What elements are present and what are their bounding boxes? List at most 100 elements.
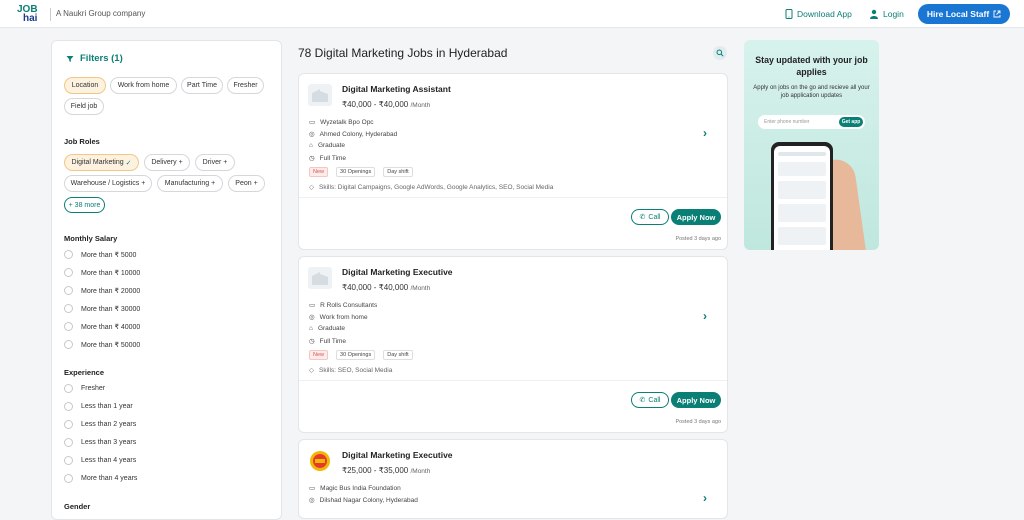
job-salary: ₹25,000 - ₹35,000 /Month <box>342 466 430 475</box>
chip-location[interactable]: Location <box>64 77 106 94</box>
chip-warehouse-label: Warehouse / Logistics <box>70 180 140 187</box>
salary-option[interactable]: More than ₹ 50000 <box>64 340 140 349</box>
get-app-button[interactable]: Get app <box>839 117 863 127</box>
call-button[interactable]: ✆ Call <box>631 392 669 408</box>
gender-title: Gender <box>64 502 91 511</box>
salary-option[interactable]: More than ₹ 10000 <box>64 268 140 277</box>
chip-driver[interactable]: Driver + <box>195 154 235 171</box>
chip-work-from-home[interactable]: Work from home <box>110 77 177 94</box>
apply-now-button[interactable]: Apply Now <box>671 392 721 408</box>
monthly-salary-title: Monthly Salary <box>64 234 118 243</box>
radio-icon <box>64 456 73 465</box>
experience-option-label: Less than 2 years <box>81 421 137 428</box>
card-divider <box>299 197 727 198</box>
salary-option-label: More than ₹ 20000 <box>81 287 141 295</box>
experience-option[interactable]: Less than 4 years <box>64 456 136 465</box>
chip-delivery-label: Delivery <box>151 159 177 166</box>
hire-local-staff-button[interactable]: Hire Local Staff <box>918 4 1010 24</box>
phone-number-input[interactable]: Enter phone number Get app <box>758 115 865 129</box>
briefcase-icon: ▭ <box>309 302 316 309</box>
chip-part-time[interactable]: Part Time <box>181 77 223 94</box>
experience-option-label: Fresher <box>81 385 106 392</box>
job-title[interactable]: Digital Marketing Assistant <box>342 84 451 94</box>
clock-icon: ◷ <box>309 338 315 345</box>
promo-subtext: Apply on jobs on the go and recieve all … <box>753 85 870 99</box>
tag-icon: ◇ <box>309 367 314 374</box>
company-row: ▭ Magic Bus India Foundation <box>309 484 401 493</box>
phone-call-icon: ✆ <box>639 397 646 404</box>
salary-option[interactable]: More than ₹ 20000 <box>64 286 140 295</box>
chevron-right-icon[interactable]: › <box>703 491 707 505</box>
more-roles-button[interactable]: + 38 more <box>64 197 105 213</box>
chip-manufacturing[interactable]: Manufacturing + <box>157 175 223 192</box>
logo-text-bottom: hai <box>23 13 38 24</box>
salary-option-label: More than ₹ 50000 <box>81 341 141 349</box>
company-logo <box>308 450 332 472</box>
login-link[interactable]: Login <box>869 9 904 19</box>
job-salary: ₹40,000 - ₹40,000 /Month <box>342 283 430 292</box>
call-label: Call <box>648 213 661 221</box>
search-button[interactable] <box>713 46 727 60</box>
chip-peon[interactable]: Peon + <box>228 175 265 192</box>
job-type: Full Time <box>319 154 347 162</box>
shift-badge: Day shift <box>383 167 413 177</box>
salary-option[interactable]: More than ₹ 5000 <box>64 250 136 259</box>
new-badge: New <box>309 167 329 177</box>
job-type-row: ◷ Full Time <box>309 154 347 163</box>
experience-option[interactable]: More than 4 years <box>64 474 137 483</box>
chip-warehouse-logistics[interactable]: Warehouse / Logistics + <box>64 175 152 192</box>
job-salary: ₹40,000 - ₹40,000 /Month <box>342 100 430 109</box>
company-name: Wyzetalk Bpo Opc <box>320 118 374 126</box>
job-type: Full Time <box>319 337 347 345</box>
tags-row: New 30 Openings Day shift <box>309 350 416 360</box>
filters-title: Filters (1) <box>80 53 123 64</box>
radio-icon <box>64 268 73 277</box>
radio-icon <box>64 322 73 331</box>
salary-option[interactable]: More than ₹ 30000 <box>64 304 140 313</box>
job-title[interactable]: Digital Marketing Executive <box>342 450 453 460</box>
external-link-icon <box>993 10 1001 18</box>
chip-field-job[interactable]: Field job <box>64 98 104 115</box>
call-button[interactable]: ✆ Call <box>631 209 669 225</box>
filters-header[interactable]: Filters (1) <box>66 53 123 64</box>
login-label: Login <box>883 9 904 19</box>
education-row: ⌂ Graduate <box>309 325 345 332</box>
salary-range: ₹40,000 - ₹40,000 <box>342 283 409 292</box>
job-card[interactable]: Digital Marketing Executive ₹40,000 - ₹4… <box>298 256 728 433</box>
phone-screen <box>774 146 830 250</box>
filter-icon <box>66 55 74 62</box>
experience-option[interactable]: Less than 1 year <box>64 402 133 411</box>
job-location: Dilshad Nagar Colony, Hyderabad <box>319 496 418 504</box>
posted-time: Posted 3 days ago <box>675 419 721 425</box>
filters-panel: Filters (1) Location Work from home Part… <box>51 40 282 520</box>
top-header: JOB hai A Naukri Group company Download … <box>0 0 1024 28</box>
job-card[interactable]: Digital Marketing Assistant ₹40,000 - ₹4… <box>298 73 728 250</box>
education-row: ⌂ Graduate <box>309 142 345 149</box>
job-title[interactable]: Digital Marketing Executive <box>342 267 453 277</box>
chevron-right-icon[interactable]: › <box>703 126 707 140</box>
radio-icon <box>64 384 73 393</box>
download-app-link[interactable]: Download App <box>785 9 852 19</box>
job-type-row: ◷ Full Time <box>309 337 347 346</box>
results-title: 78 Digital Marketing Jobs in Hyderabad <box>298 46 508 60</box>
call-label: Call <box>648 396 661 404</box>
chip-delivery[interactable]: Delivery + <box>144 154 190 171</box>
salary-option[interactable]: More than ₹ 40000 <box>64 322 140 331</box>
chip-digital-marketing[interactable]: Digital Marketing ✓ <box>64 154 139 171</box>
experience-option[interactable]: Less than 2 years <box>64 420 136 429</box>
chip-fresher[interactable]: Fresher <box>227 77 264 94</box>
company-row: ▭ Wyzetalk Bpo Opc <box>309 118 374 127</box>
posted-time: Posted 3 days ago <box>675 236 721 242</box>
experience-option-label: Less than 4 years <box>81 457 137 464</box>
experience-option[interactable]: Less than 3 years <box>64 438 136 447</box>
experience-option[interactable]: Fresher <box>64 384 105 393</box>
apply-now-button[interactable]: Apply Now <box>671 209 721 225</box>
location-pin-icon: ◎ <box>309 131 315 138</box>
chevron-right-icon[interactable]: › <box>703 309 707 323</box>
jobhai-logo[interactable]: JOB hai <box>17 5 43 24</box>
chip-peon-label: Peon <box>235 180 252 187</box>
job-card[interactable]: Digital Marketing Executive ₹25,000 - ₹3… <box>298 439 728 519</box>
company-row: ▭ R Rolls Consultants <box>309 301 377 310</box>
experience-title: Experience <box>64 368 105 377</box>
briefcase-icon: ▭ <box>309 119 316 126</box>
